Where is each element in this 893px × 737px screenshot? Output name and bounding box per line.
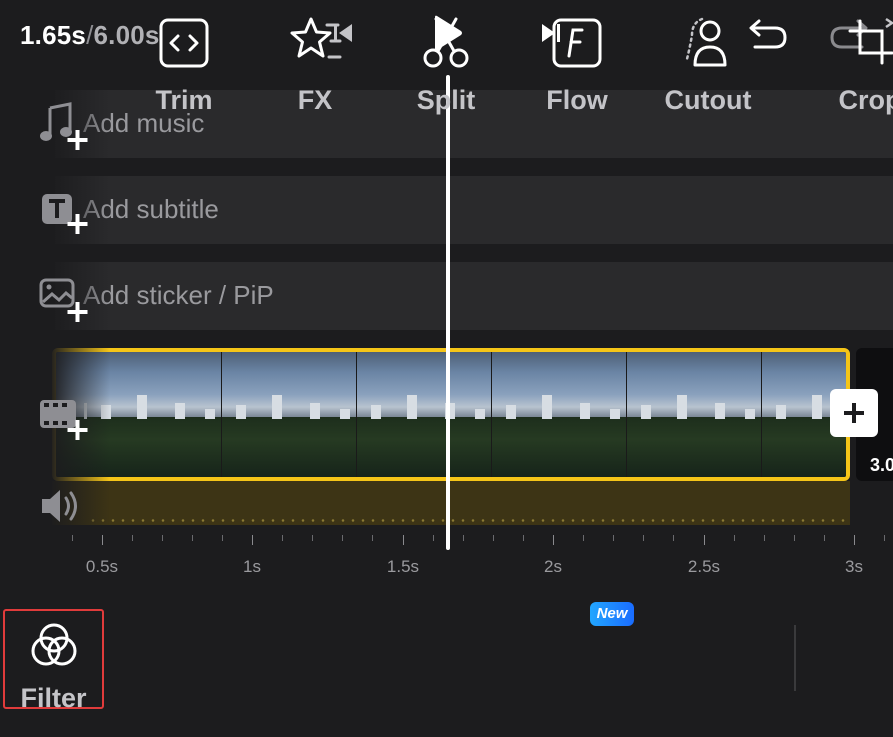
cutout-tool-button[interactable]: Cutout xyxy=(648,5,768,115)
cutout-label: Cutout xyxy=(664,85,752,115)
clip-thumbnail xyxy=(222,352,357,477)
flow-icon xyxy=(552,18,602,68)
ruler-label: 2s xyxy=(544,557,562,576)
ruler-tick xyxy=(824,535,825,541)
ruler-label: 1.5s xyxy=(386,557,420,576)
toolbar-divider xyxy=(794,625,796,691)
plus-icon xyxy=(844,403,864,423)
add-clip-button[interactable] xyxy=(830,389,878,437)
cutout-person-icon xyxy=(685,17,727,67)
video-clip[interactable] xyxy=(52,348,850,481)
filter-tool-button[interactable]: Filter xyxy=(3,609,104,713)
time-separator: / xyxy=(86,20,94,50)
volume-icon[interactable] xyxy=(38,483,90,535)
ruler-tick xyxy=(282,535,283,541)
ruler-tick xyxy=(643,535,644,541)
playhead[interactable] xyxy=(446,75,450,550)
ruler-label: 2.5s xyxy=(687,557,721,576)
clip-thumbnail xyxy=(627,352,762,477)
ruler-tick xyxy=(192,535,193,541)
ruler-tick xyxy=(523,535,524,541)
add-subtitle-icon[interactable] xyxy=(38,188,90,240)
ruler-tick xyxy=(704,535,705,545)
ruler-tick xyxy=(673,535,674,541)
clip-thumbnail xyxy=(357,352,492,477)
ruler-tick xyxy=(493,535,494,541)
ruler-tick xyxy=(854,535,855,545)
fx-label: FX xyxy=(297,85,333,115)
add-sticker-icon[interactable] xyxy=(38,274,90,326)
scissors-icon xyxy=(423,17,469,68)
ruler-tick xyxy=(252,535,253,545)
ruler-tick xyxy=(372,535,373,541)
timeline-ruler: 0.5s 1s 1.5s 2s 2.5s 3s xyxy=(0,535,893,580)
ruler-label: 1s xyxy=(243,557,261,576)
ruler-label: 3s xyxy=(845,557,863,576)
crop-tool-button[interactable]: Crop xyxy=(810,5,893,115)
ruler-tick xyxy=(72,535,73,541)
ruler-tick xyxy=(794,535,795,541)
current-time: 1.65s xyxy=(20,20,87,50)
ruler-tick xyxy=(342,535,343,541)
ruler-tick xyxy=(613,535,614,541)
new-badge: New xyxy=(590,602,634,626)
trim-tool-button[interactable]: Trim xyxy=(124,5,244,115)
sticker-track[interactable]: Add sticker / PiP xyxy=(55,262,893,330)
flow-label: Flow xyxy=(546,85,608,115)
clip-thumbnail xyxy=(492,352,627,477)
add-music-icon[interactable] xyxy=(38,100,90,152)
next-clip-duration: 3.0 xyxy=(870,455,893,475)
add-sticker-label: Add sticker / PiP xyxy=(83,280,274,310)
ruler-tick xyxy=(764,535,765,541)
ruler-tick xyxy=(553,535,554,545)
crop-label: Crop xyxy=(838,85,893,115)
ruler-tick xyxy=(312,535,313,541)
ruler-tick xyxy=(884,535,885,541)
ruler-tick xyxy=(463,535,464,541)
ruler-label: 0.5s xyxy=(85,557,119,576)
crop-icon xyxy=(848,17,893,65)
fx-tool-button[interactable]: FX xyxy=(255,5,375,115)
split-label: Split xyxy=(416,85,476,115)
split-tool-button[interactable]: Split xyxy=(386,5,506,115)
fx-star-icon xyxy=(290,17,342,59)
ruler-tick xyxy=(162,535,163,541)
ruler-tick xyxy=(583,535,584,541)
flow-tool-button[interactable]: Flow xyxy=(517,5,637,115)
ruler-tick xyxy=(403,535,404,545)
trim-label: Trim xyxy=(155,85,213,115)
ruler-tick xyxy=(102,535,103,545)
audio-waveform xyxy=(88,519,848,522)
ruler-tick xyxy=(132,535,133,541)
subtitle-track[interactable]: Add subtitle xyxy=(55,176,893,244)
add-clip-track-icon[interactable] xyxy=(38,390,90,442)
filter-label: Filter xyxy=(20,683,87,713)
ruler-tick xyxy=(222,535,223,541)
filter-icon xyxy=(31,623,76,666)
ruler-tick xyxy=(433,535,434,541)
ruler-tick xyxy=(734,535,735,541)
trim-icon xyxy=(159,18,209,68)
